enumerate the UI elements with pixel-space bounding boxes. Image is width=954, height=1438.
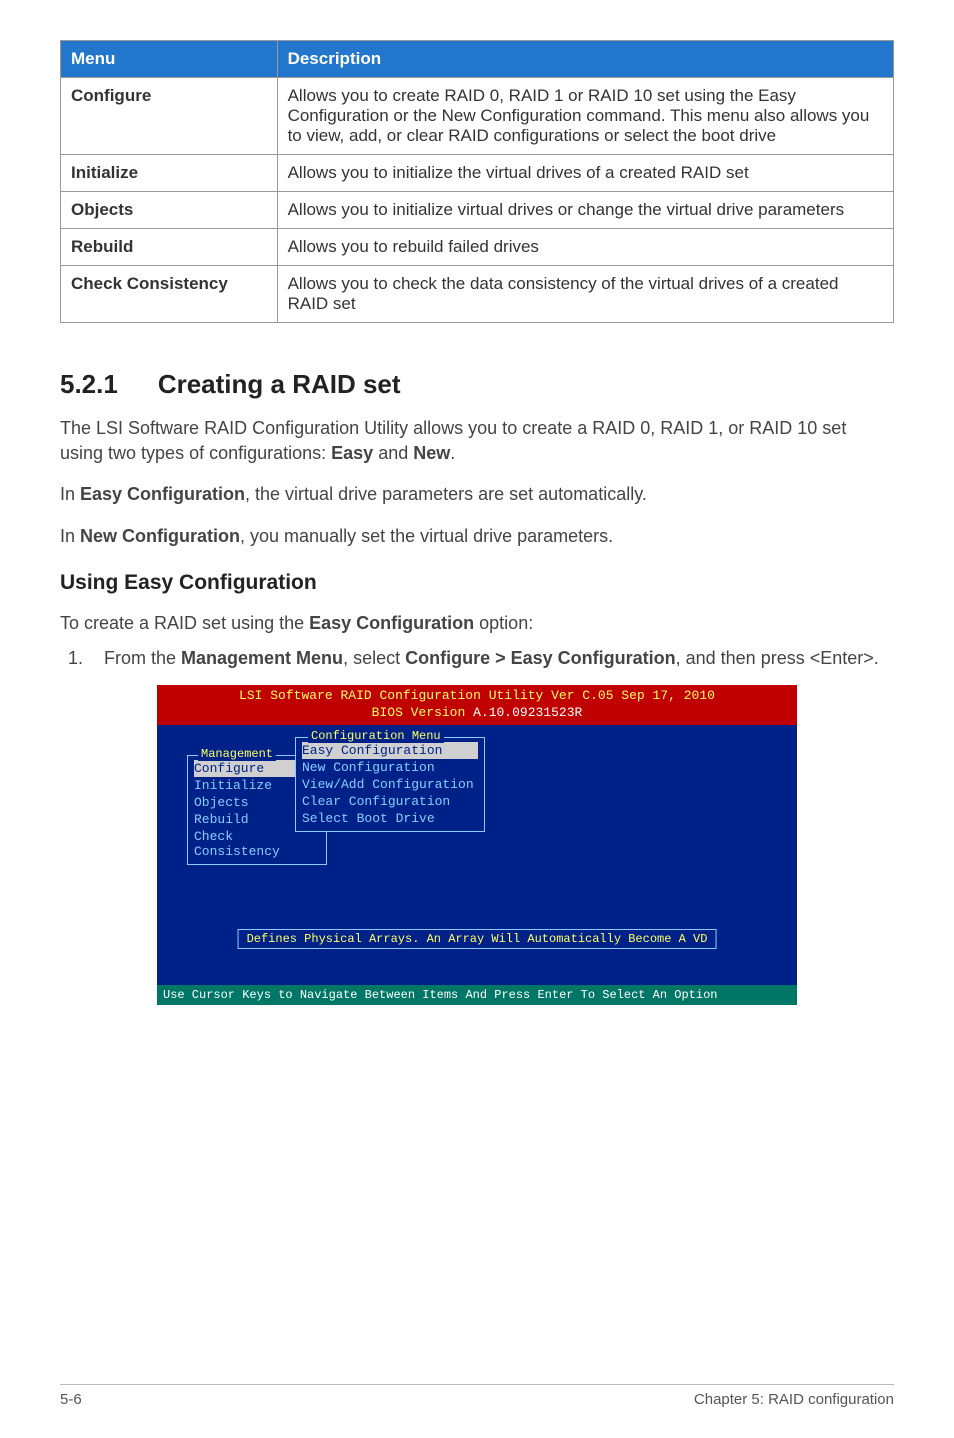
table-row: Initialize Allows you to initialize the …: [61, 155, 894, 192]
section-title: Creating a RAID set: [158, 369, 401, 399]
bios-title-line2-value: A.10.09231523R: [473, 705, 582, 720]
bios-status-message: Defines Physical Arrays. An Array Will A…: [238, 929, 717, 949]
body-paragraph: To create a RAID set using the Easy Conf…: [60, 611, 894, 636]
table-header-menu: Menu: [61, 41, 278, 78]
table-row: Configure Allows you to create RAID 0, R…: [61, 78, 894, 155]
bold-text: Easy: [331, 443, 373, 463]
text: and: [373, 443, 413, 463]
bold-text: Configure > Easy Configuration: [405, 648, 676, 668]
bios-menu-item-easy-configuration[interactable]: Easy Configuration: [302, 742, 478, 759]
text: In: [60, 526, 80, 546]
bios-body: Management Configure Initialize Objects …: [157, 725, 797, 985]
text: From the: [104, 648, 181, 668]
text: In: [60, 484, 80, 504]
table-cell-desc: Allows you to initialize the virtual dri…: [277, 155, 893, 192]
bios-configuration-legend: Configuration Menu: [308, 729, 444, 743]
menu-description-table: Menu Description Configure Allows you to…: [60, 40, 894, 323]
table-cell-menu: Rebuild: [61, 229, 278, 266]
bold-text: Easy Configuration: [309, 613, 474, 633]
table-row: Objects Allows you to initialize virtual…: [61, 192, 894, 229]
table-cell-menu: Configure: [61, 78, 278, 155]
bios-header: LSI Software RAID Configuration Utility …: [157, 685, 797, 725]
table-cell-menu: Initialize: [61, 155, 278, 192]
section-heading: 5.2.1 Creating a RAID set: [60, 369, 894, 400]
table-cell-desc: Allows you to check the data consistency…: [277, 266, 893, 323]
bios-menu-item-check-consistency[interactable]: Check Consistency: [194, 828, 320, 860]
text: To create a RAID set using the: [60, 613, 309, 633]
bold-text: Easy Configuration: [80, 484, 245, 504]
text: , select: [343, 648, 405, 668]
bold-text: New: [413, 443, 450, 463]
text: , and then press <Enter>.: [676, 648, 879, 668]
text: option:: [474, 613, 533, 633]
steps-list: From the Management Menu, select Configu…: [60, 646, 894, 671]
bios-footer-hint: Use Cursor Keys to Navigate Between Item…: [157, 985, 797, 1005]
subsection-heading: Using Easy Configuration: [60, 571, 894, 595]
page-footer: 5-6 Chapter 5: RAID configuration: [60, 1384, 894, 1408]
section-number: 5.2.1: [60, 369, 118, 400]
body-paragraph: The LSI Software RAID Configuration Util…: [60, 416, 894, 466]
bold-text: New Configuration: [80, 526, 240, 546]
table-row: Check Consistency Allows you to check th…: [61, 266, 894, 323]
table-cell-desc: Allows you to initialize virtual drives …: [277, 192, 893, 229]
bios-menu-item-select-boot-drive[interactable]: Select Boot Drive: [302, 810, 478, 827]
bios-title-line2-label: BIOS Version: [372, 705, 473, 720]
text: , the virtual drive parameters are set a…: [245, 484, 647, 504]
bios-menu-item-view-add-configuration[interactable]: View/Add Configuration: [302, 776, 478, 793]
body-paragraph: In Easy Configuration, the virtual drive…: [60, 482, 894, 507]
bold-text: Management Menu: [181, 648, 343, 668]
table-header-description: Description: [277, 41, 893, 78]
table-cell-menu: Check Consistency: [61, 266, 278, 323]
bios-configuration-menu: Configuration Menu Easy Configuration Ne…: [295, 737, 485, 832]
bios-menu-item-clear-configuration[interactable]: Clear Configuration: [302, 793, 478, 810]
step-item: From the Management Menu, select Configu…: [88, 646, 894, 671]
table-cell-desc: Allows you to create RAID 0, RAID 1 or R…: [277, 78, 893, 155]
bios-management-legend: Management: [198, 747, 276, 761]
page-number: 5-6: [60, 1391, 82, 1408]
table-row: Rebuild Allows you to rebuild failed dri…: [61, 229, 894, 266]
body-paragraph: In New Configuration, you manually set t…: [60, 524, 894, 549]
table-cell-menu: Objects: [61, 192, 278, 229]
bios-menu-item-new-configuration[interactable]: New Configuration: [302, 759, 478, 776]
table-cell-desc: Allows you to rebuild failed drives: [277, 229, 893, 266]
bios-screenshot: LSI Software RAID Configuration Utility …: [157, 685, 797, 1005]
text: .: [450, 443, 455, 463]
chapter-label: Chapter 5: RAID configuration: [694, 1391, 894, 1408]
bios-title-line1: LSI Software RAID Configuration Utility …: [239, 688, 715, 703]
text: , you manually set the virtual drive par…: [240, 526, 613, 546]
